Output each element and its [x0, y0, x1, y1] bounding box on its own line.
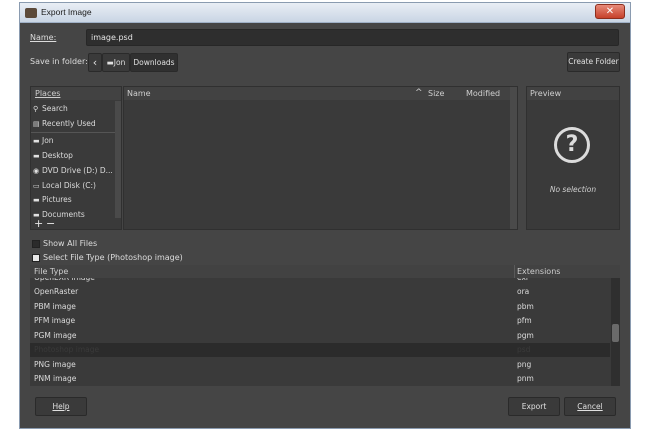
cancel-button-label: Cancel	[577, 402, 603, 411]
file-type-name: Photoshop image	[34, 345, 100, 354]
crumb-downloads[interactable]: Downloads	[130, 53, 178, 72]
place-dvd-drive[interactable]: ◉ DVD Drive (D:) D...	[33, 164, 113, 178]
cancel-button[interactable]: Cancel	[564, 397, 616, 416]
table-row[interactable]: OpenRaster ora	[30, 285, 610, 299]
file-type-expander-label[interactable]: Select File Type (Photoshop image)	[43, 253, 183, 262]
back-button[interactable]: ‹	[88, 53, 102, 72]
save-in-folder-label: Save in folder:	[30, 57, 88, 66]
sort-ascending-icon[interactable]: ^	[415, 87, 423, 100]
name-label: Name:	[30, 33, 57, 42]
table-row-selected[interactable]: Photoshop image psd	[30, 343, 610, 357]
place-recently-used[interactable]: ▤ Recently Used	[33, 117, 96, 131]
places-divider	[31, 132, 121, 133]
file-type-name: PBM image	[34, 302, 76, 311]
place-label: Desktop	[42, 151, 73, 160]
disc-icon: ◉	[33, 167, 40, 175]
folder-icon: ▬	[33, 196, 40, 204]
recent-icon: ▤	[33, 120, 40, 128]
places-scrollbar[interactable]	[115, 101, 121, 218]
table-row[interactable]: OpenEXR image exr	[30, 278, 610, 285]
file-type-ext: psd	[517, 345, 531, 354]
close-button[interactable]: ✕	[595, 4, 625, 19]
file-type-ext: pbm	[517, 302, 534, 311]
place-label: Local Disk (C:)	[42, 181, 96, 190]
file-type-name: OpenEXR image	[34, 278, 95, 285]
table-row[interactable]: PNM image pnm	[30, 372, 610, 386]
place-desktop[interactable]: ▬ Desktop	[33, 149, 73, 163]
crumb-jon-label: Jon	[113, 58, 126, 67]
file-type-ext: ora	[517, 287, 530, 296]
file-type-name: OpenRaster	[34, 287, 79, 296]
add-bookmark-button[interactable]: +	[34, 218, 43, 229]
table-row[interactable]: PNG image png	[30, 358, 610, 372]
show-all-files-checkbox[interactable]	[32, 240, 40, 248]
table-row[interactable]: PFM image pfm	[30, 314, 610, 328]
file-type-name: PNM image	[34, 374, 77, 383]
column-modified[interactable]: Modified	[466, 87, 500, 100]
export-image-dialog: Export Image ✕ Name: image.psd Save in f…	[19, 2, 631, 429]
place-label: Pictures	[42, 195, 72, 204]
question-icon: ?	[554, 127, 590, 163]
place-search[interactable]: ⚲ Search	[33, 102, 68, 116]
file-type-name: PFM image	[34, 316, 76, 325]
folder-icon: ▬	[33, 152, 40, 160]
file-type-header: File Type Extensions	[30, 265, 620, 278]
places-pane: Places ⚲ Search ▤ Recently Used ▬ Jon ▬ Desk…	[30, 86, 122, 230]
place-pictures[interactable]: ▬ Pictures	[33, 193, 72, 207]
place-label: Search	[42, 104, 68, 113]
preview-header: Preview	[527, 87, 619, 100]
column-divider	[514, 265, 515, 278]
file-type-ext: png	[517, 360, 532, 369]
file-type-rows: OpenEXR image exr OpenRaster ora PBM image…	[30, 278, 610, 386]
save-in-folder-text: Save in folder:	[30, 57, 88, 66]
table-row[interactable]: PBM image pbm	[30, 300, 610, 314]
crumb-jon[interactable]: ▬Jon	[102, 53, 130, 72]
window-title: Export Image	[41, 7, 92, 17]
file-type-ext: pgm	[517, 331, 534, 340]
place-local-disk[interactable]: ▭ Local Disk (C:)	[33, 179, 96, 193]
export-button-label: Export	[521, 402, 547, 411]
file-list-header: Name ^ Size Modified	[124, 87, 517, 100]
remove-bookmark-button[interactable]: −	[46, 218, 55, 229]
create-folder-button[interactable]: Create Folder	[567, 52, 620, 72]
file-type-name: PNG image	[34, 360, 76, 369]
column-file-type[interactable]: File Type	[34, 265, 68, 278]
title-bar: Export Image ✕	[20, 3, 630, 23]
preview-empty-text: No selection	[549, 185, 597, 194]
column-size[interactable]: Size	[428, 87, 444, 100]
export-button[interactable]: Export	[508, 397, 560, 416]
folder-icon: ▬	[106, 58, 114, 67]
column-extensions[interactable]: Extensions	[517, 265, 560, 278]
drive-icon: ▭	[33, 182, 40, 190]
column-name[interactable]: Name	[127, 87, 151, 100]
search-icon: ⚲	[33, 105, 39, 113]
file-type-scrollbar[interactable]	[611, 278, 620, 386]
help-button-label: Help	[52, 402, 70, 411]
filename-input[interactable]: image.psd	[86, 29, 619, 46]
file-list-scrollbar[interactable]	[510, 87, 517, 229]
table-row[interactable]: PGM image pgm	[30, 329, 610, 343]
place-label: Recently Used	[42, 119, 96, 128]
scrollbar-thumb[interactable]	[612, 324, 619, 342]
file-type-table: File Type Extensions OpenEXR image exr Op…	[30, 265, 620, 386]
folder-icon: ▬	[33, 137, 40, 145]
file-list-pane: Name ^ Size Modified	[123, 86, 518, 230]
expander-toggle-icon[interactable]	[32, 254, 40, 262]
place-label: Jon	[42, 136, 54, 145]
file-type-ext: exr	[517, 278, 529, 285]
file-type-ext: pnm	[517, 374, 534, 383]
place-jon[interactable]: ▬ Jon	[33, 134, 54, 148]
app-icon	[25, 8, 37, 18]
places-header: Places	[31, 87, 121, 100]
help-button[interactable]: Help	[35, 397, 87, 416]
file-type-ext: pfm	[517, 316, 532, 325]
file-type-name: PGM image	[34, 331, 77, 340]
place-label: DVD Drive (D:) D...	[42, 166, 113, 175]
preview-pane: Preview ? No selection	[526, 86, 620, 230]
show-all-files-label: Show All Files	[43, 239, 98, 248]
